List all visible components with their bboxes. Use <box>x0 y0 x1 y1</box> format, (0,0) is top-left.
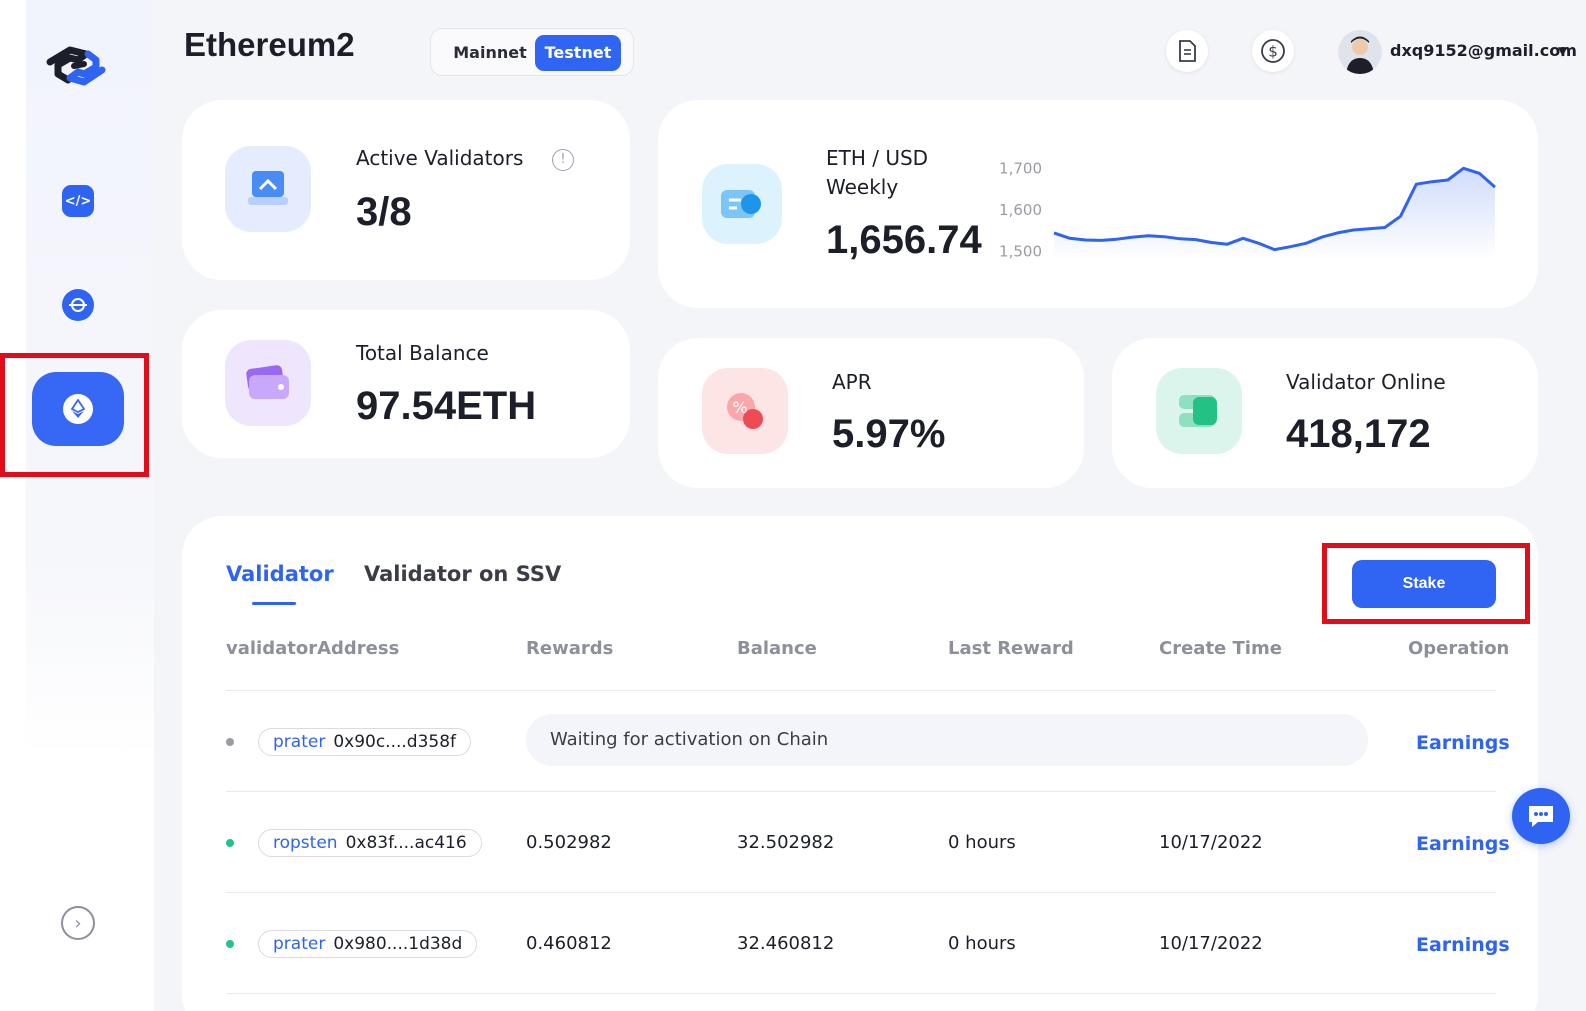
status-dot <box>226 839 234 847</box>
last-reward-cell: 0 hours <box>948 832 1016 853</box>
create-time-cell: 10/17/2022 <box>1159 832 1263 853</box>
server-icon <box>1156 368 1242 454</box>
active-validators-label: Active Validators <box>356 146 524 170</box>
user-email[interactable]: dxq9152@gmail.com <box>1390 41 1577 60</box>
total-balance-value: 97.54ETH <box>356 384 537 428</box>
price-icon <box>702 164 782 244</box>
network-option-mainnet[interactable]: Mainnet <box>443 35 537 71</box>
earnings-link[interactable]: Earnings <box>1416 833 1510 855</box>
network-name: prater <box>273 934 326 954</box>
column-header-balance: Balance <box>737 638 817 659</box>
active-tab-indicator <box>252 602 296 605</box>
eth-usd-label: ETH / USD <box>826 146 929 170</box>
code-icon[interactable]: </> <box>62 185 94 217</box>
validator-address: 0x83f....ac416 <box>345 833 467 853</box>
weekly-label: Weekly <box>826 175 899 199</box>
validator-address-pill[interactable]: prater 0x90c....d358f <box>258 728 472 756</box>
row-divider <box>226 791 1496 792</box>
apr-label: APR <box>832 370 872 394</box>
active-validators-value: 3/8 <box>356 190 412 234</box>
column-header-create-time: Create Time <box>1159 638 1282 659</box>
column-header-operation: Operation <box>1408 638 1510 659</box>
y-tick-label: 1,600 <box>999 201 1042 219</box>
rewards-cell: 0.502982 <box>526 832 612 853</box>
earnings-link[interactable]: Earnings <box>1416 732 1510 754</box>
expand-sidebar-icon[interactable]: › <box>61 906 95 940</box>
info-icon[interactable]: ! <box>552 149 574 171</box>
percent-icon: % <box>702 368 788 454</box>
network-name: ropsten <box>273 833 338 853</box>
svg-text:%: % <box>732 398 747 417</box>
eth-usd-value: 1,656.74 <box>826 218 982 262</box>
document-icon[interactable] <box>1166 30 1208 72</box>
chevron-down-icon[interactable]: ▼ <box>1558 44 1567 58</box>
create-time-cell: 10/17/2022 <box>1159 933 1263 954</box>
column-header-last-reward: Last Reward <box>948 638 1074 659</box>
stake-button[interactable]: Stake <box>1352 560 1496 608</box>
wallet-icon <box>225 340 311 426</box>
status-dot <box>226 940 234 948</box>
balance-cell: 32.460812 <box>737 933 835 954</box>
network-toggle: Mainnet Testnet <box>430 28 634 76</box>
left-margin <box>0 0 26 1011</box>
last-reward-cell: 0 hours <box>948 933 1016 954</box>
validator-address-pill[interactable]: ropsten 0x83f....ac416 <box>258 829 482 857</box>
network-icon[interactable] <box>62 289 94 321</box>
app-logo-icon[interactable] <box>40 40 118 94</box>
tab-validator-on-ssv[interactable]: Validator on SSV <box>364 562 561 586</box>
row-divider <box>226 892 1496 893</box>
tab-validator[interactable]: Validator <box>226 562 334 586</box>
validator-address: 0x980....1d38d <box>333 934 463 954</box>
validator-online-value: 418,172 <box>1286 412 1431 456</box>
svg-text:$: $ <box>1268 43 1278 61</box>
waiting-activation-banner: Waiting for activation on Chain <box>526 714 1368 766</box>
eth-price-chart: 1,700 1,600 1,500 <box>999 160 1496 260</box>
apr-value: 5.97% <box>832 412 946 456</box>
validator-online-label: Validator Online <box>1286 370 1446 394</box>
balance-cell: 32.502982 <box>737 832 835 853</box>
sidebar-item-ethereum[interactable] <box>32 372 124 446</box>
row-divider <box>226 993 1496 994</box>
y-tick-label: 1,700 <box>999 160 1042 177</box>
column-header-rewards: Rewards <box>526 638 614 659</box>
validator-address: 0x90c....d358f <box>333 732 457 752</box>
y-tick-label: 1,500 <box>999 243 1042 260</box>
validator-icon <box>225 146 311 232</box>
ethereum-icon <box>63 394 93 424</box>
network-option-testnet[interactable]: Testnet <box>535 35 621 71</box>
validator-address-pill[interactable]: prater 0x980....1d38d <box>258 930 478 958</box>
status-dot <box>226 738 234 746</box>
avatar[interactable] <box>1338 30 1382 74</box>
page-title: Ethereum2 <box>184 26 355 63</box>
network-name: prater <box>273 732 326 752</box>
sidebar <box>26 0 154 1011</box>
dollar-icon[interactable]: $ <box>1252 30 1294 72</box>
header-divider <box>226 690 1496 691</box>
earnings-link[interactable]: Earnings <box>1416 934 1510 956</box>
chat-icon[interactable] <box>1512 788 1570 844</box>
total-balance-label: Total Balance <box>356 341 489 365</box>
column-header-validator-address: validatorAddress <box>226 638 400 659</box>
rewards-cell: 0.460812 <box>526 933 612 954</box>
